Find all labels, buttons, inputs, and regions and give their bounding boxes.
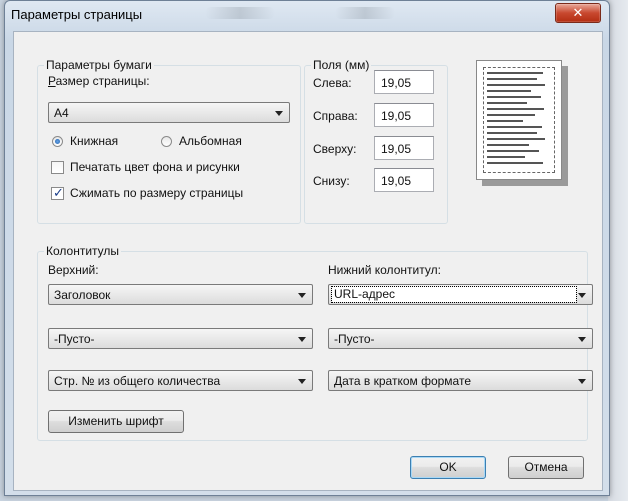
print-background-label[interactable]: Печатать цвет фона и рисунки [70,160,240,174]
preview-page [476,60,562,180]
page-size-label-text: азмер страницы: [55,74,150,88]
preview-text-line [487,156,525,158]
page-setup-dialog: Параметры страницы ✕ Параметры бумаги Ра… [4,0,610,496]
ok-button[interactable]: OK [410,456,486,479]
chevron-down-icon [298,337,306,342]
portrait-radio[interactable] [52,136,63,147]
preview-text-line [487,132,537,134]
footer-select-1[interactable]: URL-адрес [328,284,593,305]
header-select-1-value: Заголовок [54,288,111,302]
shrink-to-fit-label[interactable]: Сжимать по размеру страницы [70,186,243,200]
margin-bottom-input[interactable]: 19,05 [374,168,434,192]
preview-text-line [487,126,542,128]
checkmark-icon: ✓ [53,185,64,200]
title-bar-glass [335,7,395,19]
portrait-label[interactable]: Книжная [70,134,118,148]
preview-text-line [487,114,535,116]
margin-bottom-label: Снизу: [313,174,350,188]
paper-options-group: Параметры бумаги Размер страницы: A4 Кни… [37,58,301,224]
close-icon: ✕ [572,5,584,20]
margin-right-value: 19,05 [381,109,412,123]
preview-margin-frame [483,67,555,173]
margins-group: Поля (мм) Слева: 19,05 Справа: 19,05 Све… [304,58,448,224]
preview-text-line [487,120,523,122]
page-size-label: Размер страницы: [48,74,150,88]
page-size-value: A4 [54,106,69,120]
footer-select-1-value: URL-адрес [331,286,577,303]
margin-top-label: Сверху: [313,142,357,156]
margin-top-value: 19,05 [381,142,412,156]
headers-footers-group: Колонтитулы Верхний: Нижний колонтитул: … [37,244,593,441]
footer-select-3-value: Дата в кратком формате [334,374,472,388]
margin-left-input[interactable]: 19,05 [374,70,434,94]
chevron-down-icon [578,293,586,298]
paper-options-legend: Параметры бумаги [44,58,154,72]
preview-text-line [487,108,544,110]
preview-text-line [487,90,531,92]
chevron-down-icon [578,379,586,384]
cancel-button[interactable]: Отмена [508,456,584,479]
preview-text-line [487,162,543,164]
change-font-button[interactable]: Изменить шрифт [48,410,184,433]
background-window-edge [608,0,628,501]
margin-right-input[interactable]: 19,05 [374,103,434,127]
preview-text-line [487,150,539,152]
preview-text-line [487,72,543,74]
header-select-3-value: Стр. № из общего количества [54,374,221,388]
chevron-down-icon [275,111,283,116]
margin-top-input[interactable]: 19,05 [374,136,434,160]
footer-select-2-value: -Пусто- [334,332,375,346]
footer-select-3[interactable]: Дата в кратком формате [328,370,593,391]
header-select-2-value: -Пусто- [54,332,95,346]
preview-text-line [487,102,527,104]
header-select-2[interactable]: -Пусто- [48,328,313,349]
dialog-body: Параметры бумаги Размер страницы: A4 Кни… [13,31,603,491]
landscape-radio[interactable] [161,136,172,147]
margin-bottom-value: 19,05 [381,174,412,188]
headers-footers-legend: Колонтитулы [44,244,122,258]
title-bar[interactable]: Параметры страницы ✕ [5,1,609,29]
preview-text-line [487,84,545,86]
chevron-down-icon [578,337,586,342]
footer-label: Нижний колонтитул: [328,263,441,277]
margin-right-label: Справа: [313,109,358,123]
page-preview [476,60,569,188]
footer-select-2[interactable]: -Пусто- [328,328,593,349]
header-label: Верхний: [48,263,99,277]
print-background-checkbox[interactable] [51,161,64,174]
close-button[interactable]: ✕ [555,3,601,23]
dialog-title: Параметры страницы [11,7,143,22]
preview-text-line [487,138,545,140]
preview-text-line [487,96,541,98]
page-size-select[interactable]: A4 [48,102,290,123]
header-select-1[interactable]: Заголовок [48,284,313,305]
title-bar-glass [205,7,275,19]
shrink-to-fit-checkbox[interactable]: ✓ [51,185,64,200]
preview-text-line [487,144,529,146]
margin-left-label: Слева: [313,76,352,90]
margins-legend: Поля (мм) [311,58,372,72]
header-select-3[interactable]: Стр. № из общего количества [48,370,313,391]
margin-left-value: 19,05 [381,76,412,90]
landscape-label[interactable]: Альбомная [179,134,242,148]
preview-text-line [487,78,537,80]
chevron-down-icon [298,379,306,384]
chevron-down-icon [298,293,306,298]
